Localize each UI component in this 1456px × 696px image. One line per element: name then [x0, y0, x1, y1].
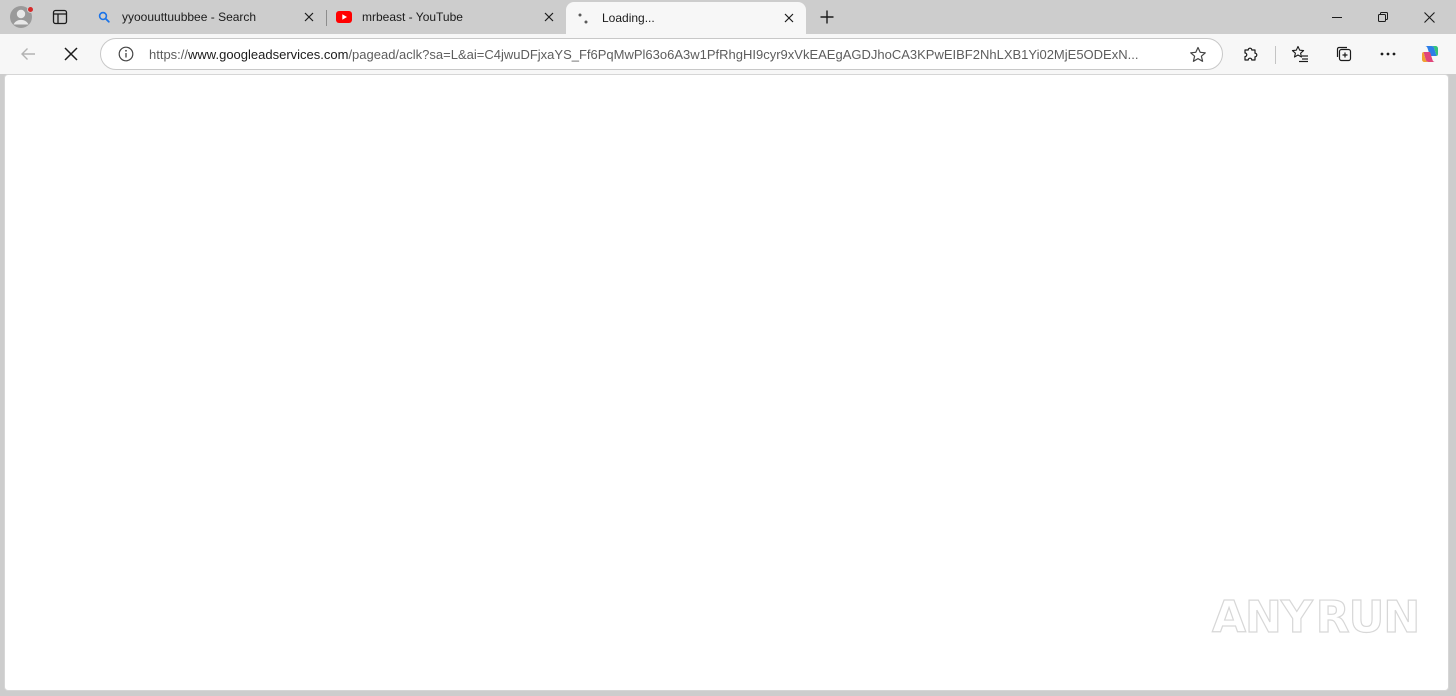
vertical-tabs-icon [52, 9, 68, 25]
tab-actions-button[interactable] [46, 6, 74, 28]
close-window-button[interactable] [1406, 0, 1452, 34]
add-favorite-star-icon[interactable] [1188, 45, 1208, 65]
anyrun-watermark: ANY RUN [1211, 585, 1420, 649]
favorites-button[interactable] [1285, 39, 1315, 69]
collections-icon [1336, 46, 1352, 62]
url-host: www.googleadservices.com [188, 46, 349, 62]
url-path: /pagead/aclk?sa=L&ai=C4jwuDFjxaYS_Ff6PqM… [348, 46, 1139, 62]
toolbar-divider [1275, 46, 1276, 64]
plus-icon [820, 10, 834, 24]
close-tab-icon[interactable] [540, 8, 558, 26]
tab-title: Loading... [602, 11, 655, 25]
more-dots-icon [1380, 52, 1396, 56]
tab-loading[interactable]: Loading... [566, 2, 806, 34]
restore-icon [1378, 12, 1388, 22]
loading-spinner-icon [576, 10, 592, 26]
favorites-list-icon [1291, 45, 1308, 63]
site-info-icon[interactable] [117, 45, 135, 63]
puzzle-piece-icon [1244, 47, 1258, 61]
stop-loading-button[interactable] [56, 39, 86, 69]
search-icon [96, 9, 112, 25]
profile-notification-badge [27, 6, 34, 13]
tab-youtube[interactable]: mrbeast - YouTube [326, 3, 567, 31]
back-button[interactable] [13, 39, 43, 69]
back-arrow-icon [21, 48, 35, 60]
stop-x-icon [64, 47, 78, 61]
copilot-icon [1422, 46, 1438, 62]
profile-button[interactable] [9, 5, 35, 29]
watermark-text-left: ANY [1211, 591, 1313, 643]
minimize-icon [1332, 17, 1342, 18]
new-tab-button[interactable] [814, 5, 840, 29]
collections-button[interactable] [1329, 39, 1359, 69]
restore-button[interactable] [1360, 0, 1406, 34]
url-scheme: https:// [149, 46, 189, 62]
close-tab-icon[interactable] [780, 9, 798, 27]
settings-more-button[interactable] [1373, 39, 1403, 69]
tab-strip: yyoouuttuubbee - Search mrbeast - YouTub… [0, 0, 1456, 34]
copilot-button[interactable] [1415, 39, 1445, 69]
tab-title: mrbeast - YouTube [362, 10, 463, 24]
tab-title: yyoouuttuubbee - Search [122, 10, 257, 24]
close-icon [1423, 11, 1435, 23]
address-bar[interactable]: https://www.googleadservices.com/pagead/… [100, 38, 1223, 70]
tab-search[interactable]: yyoouuttuubbee - Search [86, 3, 327, 31]
youtube-icon [336, 9, 352, 25]
url-text[interactable]: https://www.googleadservices.com/pagead/… [149, 47, 1169, 62]
close-tab-icon[interactable] [300, 8, 318, 26]
watermark-text-right: RUN [1315, 591, 1421, 643]
minimize-button[interactable] [1314, 0, 1360, 34]
browser-toolbar: https://www.googleadservices.com/pagead/… [0, 34, 1456, 74]
extensions-button[interactable] [1236, 39, 1266, 69]
